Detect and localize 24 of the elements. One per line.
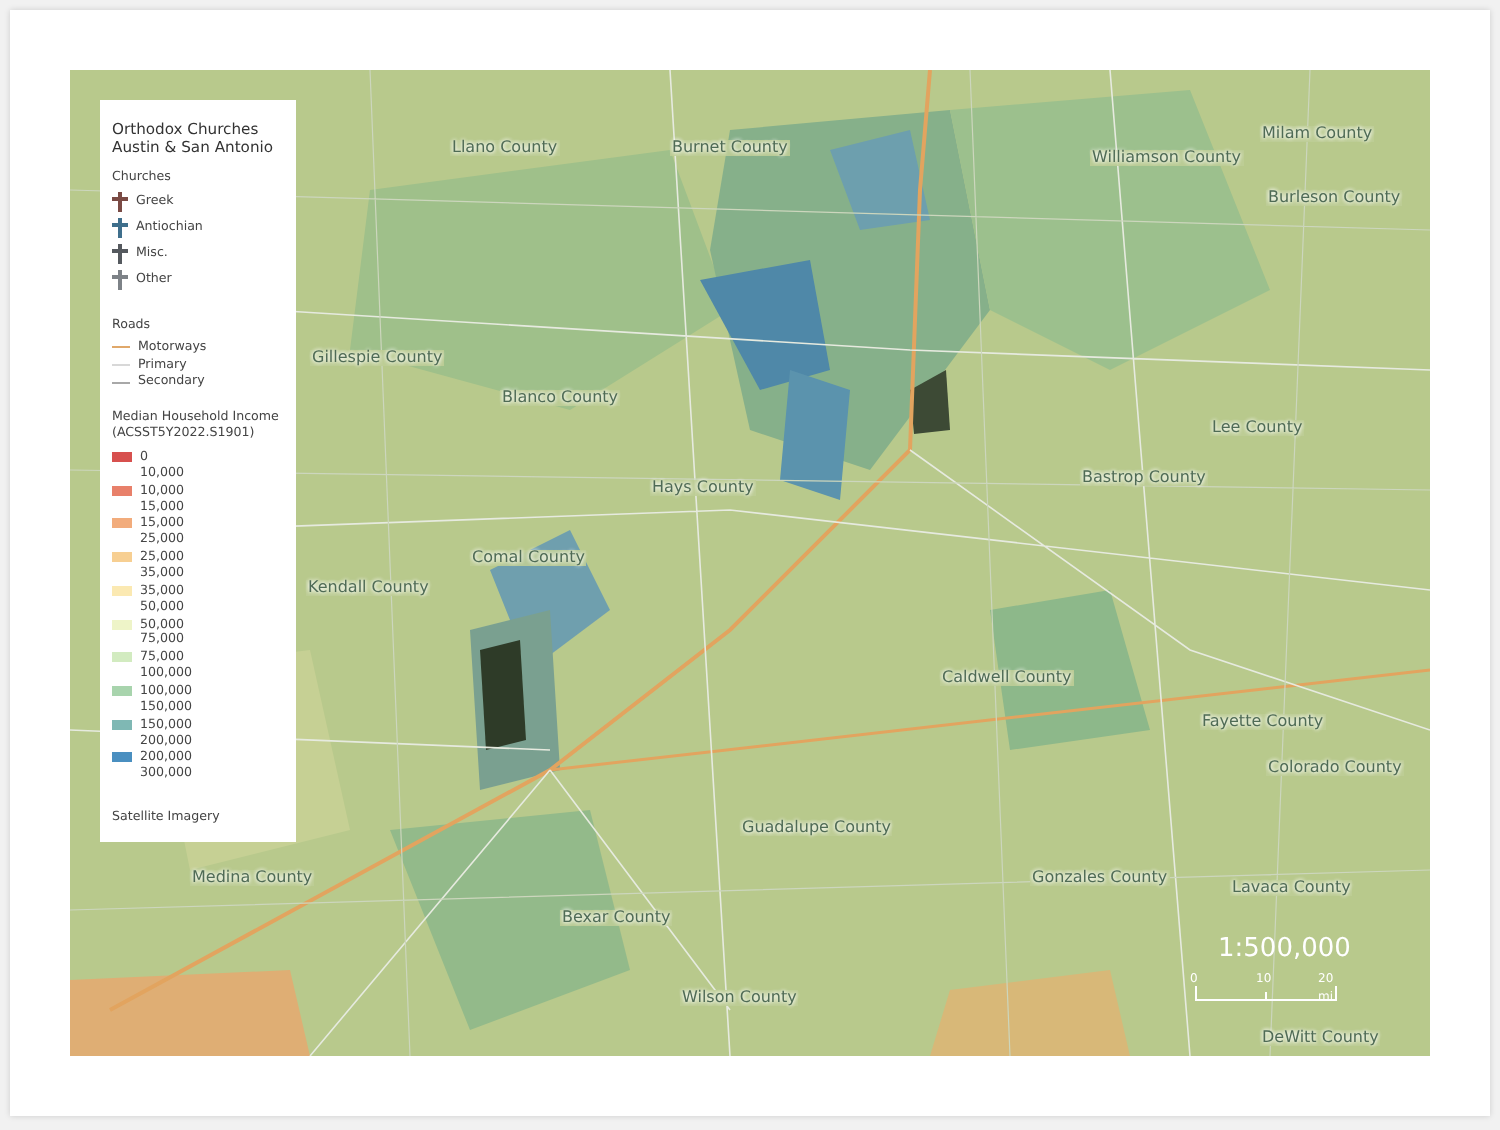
county-label: Lee County: [1210, 420, 1305, 436]
scale-bar: [1194, 985, 1338, 1001]
county-label: Gonzales County: [1030, 870, 1170, 886]
county-label: Comal County: [470, 550, 587, 566]
county-label: Hays County: [650, 480, 756, 496]
county-label: Guadalupe County: [740, 820, 893, 836]
county-label: DeWitt County: [1260, 1030, 1381, 1046]
county-label: Bexar County: [560, 910, 673, 926]
county-label: Wilson County: [680, 990, 799, 1006]
county-label: Bastrop County: [1080, 470, 1208, 486]
county-label: Medina County: [190, 870, 315, 886]
scale-ratio: 1:500,000: [1218, 932, 1353, 968]
county-label: Williamson County: [1090, 150, 1243, 166]
county-label: Burnet County: [670, 140, 790, 156]
county-label: Llano County: [450, 140, 560, 156]
county-label: Blanco County: [500, 390, 621, 406]
county-label: Colorado County: [1266, 760, 1404, 776]
county-label: Milam County: [1260, 126, 1375, 142]
county-label: Caldwell County: [940, 670, 1074, 686]
county-label: Lavaca County: [1230, 880, 1353, 896]
county-label: Fayette County: [1200, 714, 1326, 730]
county-label: Kendall County: [306, 580, 431, 596]
county-label: Burleson County: [1266, 190, 1403, 206]
county-label: Gillespie County: [310, 350, 445, 366]
